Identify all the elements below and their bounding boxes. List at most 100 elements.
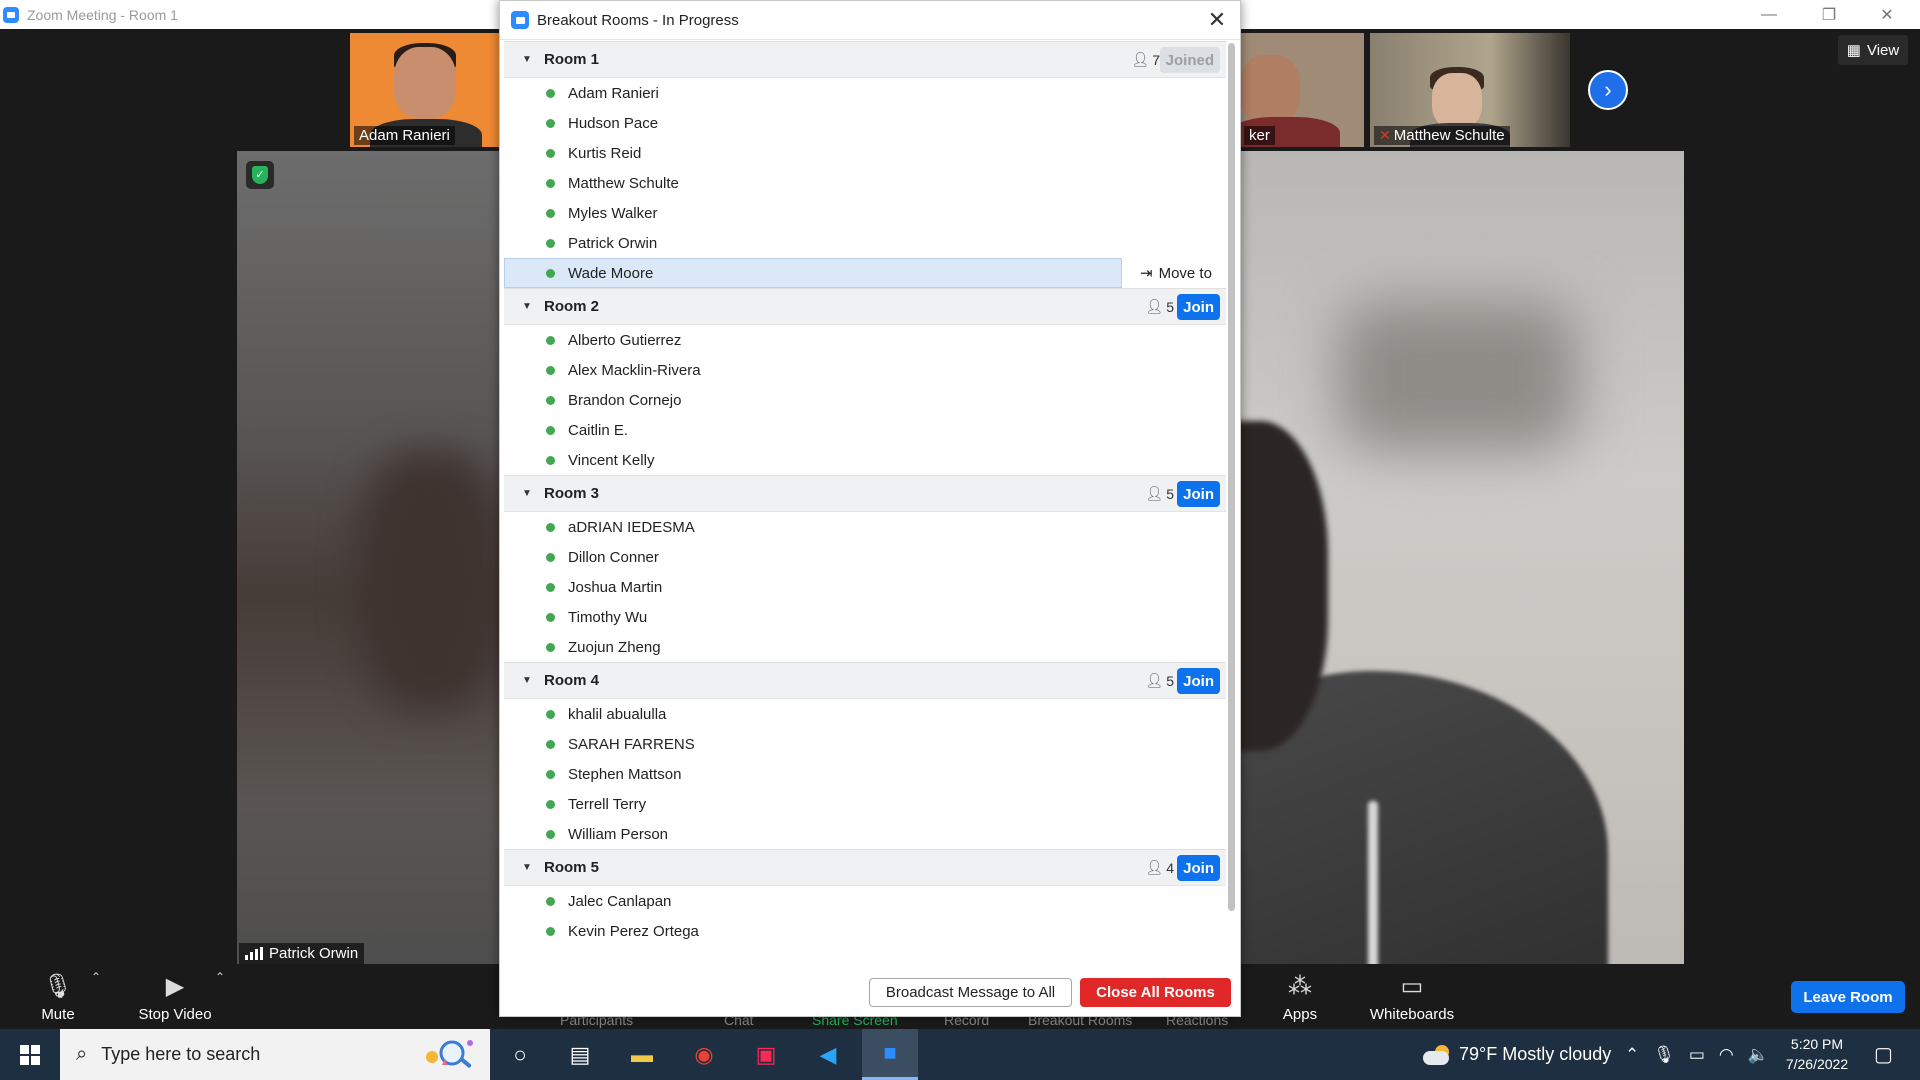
stop-video-button[interactable]: ▶ Stop Video bbox=[130, 964, 220, 1029]
next-page-button[interactable]: › bbox=[1588, 70, 1628, 110]
room-member[interactable]: Myles Walker bbox=[504, 198, 1226, 228]
clock[interactable]: 5:20 PM 7/26/2022 bbox=[1772, 1034, 1862, 1074]
collapse-caret-icon[interactable]: ▼ bbox=[522, 301, 534, 312]
broadcast-message-button[interactable]: Broadcast Message to All bbox=[869, 978, 1072, 1007]
cortana-circle-icon: ○ bbox=[513, 1041, 527, 1067]
room-member[interactable]: Jalec Canlapan bbox=[504, 886, 1226, 916]
join-room-button[interactable]: Join bbox=[1177, 481, 1220, 507]
minimize-button[interactable]: — bbox=[1740, 0, 1798, 29]
member-name: Matthew Schulte bbox=[568, 174, 679, 192]
room-member[interactable]: aDRIAN IEDESMA bbox=[504, 512, 1226, 542]
audio-options-caret-icon[interactable]: ⌃ bbox=[91, 970, 101, 984]
multitasking-button[interactable]: ▤ bbox=[552, 1029, 608, 1080]
task-view-button[interactable]: ○ bbox=[492, 1029, 548, 1080]
whiteboards-button[interactable]: ▭ Whiteboards bbox=[1364, 964, 1460, 1029]
close-window-button[interactable]: ✕ bbox=[1858, 0, 1916, 29]
room-member[interactable]: Kevin Perez Ortega bbox=[504, 916, 1226, 946]
room-member[interactable]: Stephen Mattson bbox=[504, 759, 1226, 789]
room-member[interactable]: Adam Ranieri bbox=[504, 78, 1226, 108]
collapse-caret-icon[interactable]: ▼ bbox=[522, 675, 534, 686]
participant-name: Adam Ranieri bbox=[354, 126, 455, 145]
start-button[interactable] bbox=[0, 1029, 60, 1080]
leave-room-button[interactable]: Leave Room bbox=[1791, 981, 1905, 1013]
room-header[interactable]: ▼ Room 4 👤︎ 5 Join bbox=[504, 662, 1226, 699]
video-options-caret-icon[interactable]: ⌃ bbox=[215, 970, 225, 984]
apps-button[interactable]: ⁂ Apps bbox=[1274, 964, 1326, 1029]
video-thumbnail[interactable]: ker bbox=[1240, 33, 1364, 147]
file-explorer-button[interactable]: ▬ bbox=[614, 1029, 670, 1080]
room-member[interactable]: Terrell Terry bbox=[504, 789, 1226, 819]
participant-count: 👤︎ 5 bbox=[1145, 485, 1174, 502]
status-dot bbox=[546, 799, 555, 809]
room-member[interactable]: William Person bbox=[504, 819, 1226, 849]
taskbar-search-box[interactable]: ⌕ Type here to search bbox=[60, 1029, 490, 1080]
collapse-caret-icon[interactable]: ▼ bbox=[522, 862, 534, 873]
room-member[interactable]: Vincent Kelly bbox=[504, 445, 1226, 475]
status-dot bbox=[546, 896, 555, 906]
volume-icon[interactable]: 🔈 bbox=[1748, 1045, 1769, 1065]
status-dot bbox=[546, 238, 555, 248]
room-name: Room 5 bbox=[544, 859, 600, 876]
room-header[interactable]: ▼ Room 5 👤︎ 4 Join bbox=[504, 849, 1226, 886]
room-member[interactable]: Matthew Schulte bbox=[504, 168, 1226, 198]
room-member[interactable]: Joshua Martin bbox=[504, 572, 1226, 602]
microphone-in-use-icon[interactable]: 🎙 bbox=[1653, 1045, 1675, 1065]
chrome-button[interactable]: ◉ bbox=[676, 1029, 732, 1080]
zoom-taskbar-button[interactable]: ■ bbox=[862, 1029, 918, 1080]
mute-label: Mute bbox=[41, 1006, 75, 1023]
room-member[interactable]: Alberto Gutierrez bbox=[504, 325, 1226, 355]
room-member[interactable]: Alex Macklin-Rivera bbox=[504, 355, 1226, 385]
room-member[interactable]: Kurtis Reid bbox=[504, 138, 1226, 168]
status-dot bbox=[546, 88, 555, 98]
view-button[interactable]: ▦ View bbox=[1838, 35, 1908, 65]
wifi-icon[interactable]: ◠ bbox=[1719, 1045, 1734, 1065]
member-name: Alex Macklin-Rivera bbox=[568, 361, 701, 379]
member-name: Myles Walker bbox=[568, 204, 658, 222]
join-room-button[interactable]: Join bbox=[1177, 855, 1220, 881]
dialog-title: Breakout Rooms - In Progress bbox=[537, 11, 739, 29]
dialog-close-button[interactable]: ✕ bbox=[1204, 7, 1230, 33]
joined-badge: Joined bbox=[1159, 47, 1220, 73]
mute-button[interactable]: 🎙 Mute bbox=[30, 964, 86, 1029]
member-name: Caitlin E. bbox=[568, 421, 629, 439]
room-member[interactable]: Hudson Pace bbox=[504, 108, 1226, 138]
weather-widget[interactable]: 79°F Mostly cloudy bbox=[1423, 1029, 1611, 1080]
breakout-rooms-dialog: Breakout Rooms - In Progress ✕ ▼ Room 1 … bbox=[499, 0, 1241, 1017]
close-all-rooms-button[interactable]: Close All Rooms bbox=[1080, 978, 1231, 1007]
join-room-button[interactable]: Join bbox=[1177, 668, 1220, 694]
intellij-button[interactable]: ▣ bbox=[738, 1029, 794, 1080]
room-list-scrollbar[interactable] bbox=[1227, 43, 1236, 913]
room-member-selected[interactable]: Wade Moore ⇥ Move to bbox=[504, 258, 1226, 288]
vscode-button[interactable]: ◀ bbox=[800, 1029, 856, 1080]
move-to-button[interactable]: ⇥ Move to bbox=[1140, 264, 1212, 283]
collapse-caret-icon[interactable]: ▼ bbox=[522, 488, 534, 499]
restore-button[interactable]: ❐ bbox=[1800, 0, 1858, 29]
person-icon: 👤︎ bbox=[1131, 51, 1150, 67]
join-room-button[interactable]: Join bbox=[1177, 294, 1220, 320]
collapse-caret-icon[interactable]: ▼ bbox=[522, 54, 534, 65]
vscode-icon: ◀ bbox=[819, 1041, 837, 1067]
notification-center-button[interactable]: ▢ bbox=[1874, 1029, 1893, 1080]
mic-muted-icon: ✕ bbox=[1379, 127, 1391, 143]
video-thumbnail[interactable]: Adam Ranieri bbox=[350, 33, 502, 147]
room-member[interactable]: Dillon Conner bbox=[504, 542, 1226, 572]
move-arrow-icon: ⇥ bbox=[1140, 265, 1153, 282]
room-list[interactable]: ▼ Room 1 👤︎ 7 Joined Adam Ranieri Hudson … bbox=[504, 41, 1226, 961]
room-member[interactable]: SARAH FARRENS bbox=[504, 729, 1226, 759]
room-member[interactable]: Zuojun Zheng bbox=[504, 632, 1226, 662]
participant-name: Patrick Orwin bbox=[269, 945, 359, 962]
video-thumbnail[interactable]: ✕ Matthew Schulte bbox=[1370, 33, 1570, 147]
room-member[interactable]: Brandon Cornejo bbox=[504, 385, 1226, 415]
room-member[interactable]: khalil abualulla bbox=[504, 699, 1226, 729]
room-member[interactable]: Patrick Orwin bbox=[504, 228, 1226, 258]
battery-icon[interactable]: ▭ bbox=[1689, 1045, 1705, 1065]
room-header[interactable]: ▼ Room 2 👤︎ 5 Join bbox=[504, 288, 1226, 325]
whiteboards-label: Whiteboards bbox=[1369, 1006, 1455, 1023]
room-header[interactable]: ▼ Room 3 👤︎ 5 Join bbox=[504, 475, 1226, 512]
show-hidden-icons-chevron-icon[interactable]: ⌃ bbox=[1625, 1045, 1639, 1065]
room-name: Room 1 bbox=[544, 51, 600, 68]
room-header[interactable]: ▼ Room 1 👤︎ 7 Joined bbox=[504, 41, 1226, 78]
room-member[interactable]: Timothy Wu bbox=[504, 602, 1226, 632]
status-dot bbox=[546, 208, 555, 218]
room-member[interactable]: Caitlin E. bbox=[504, 415, 1226, 445]
